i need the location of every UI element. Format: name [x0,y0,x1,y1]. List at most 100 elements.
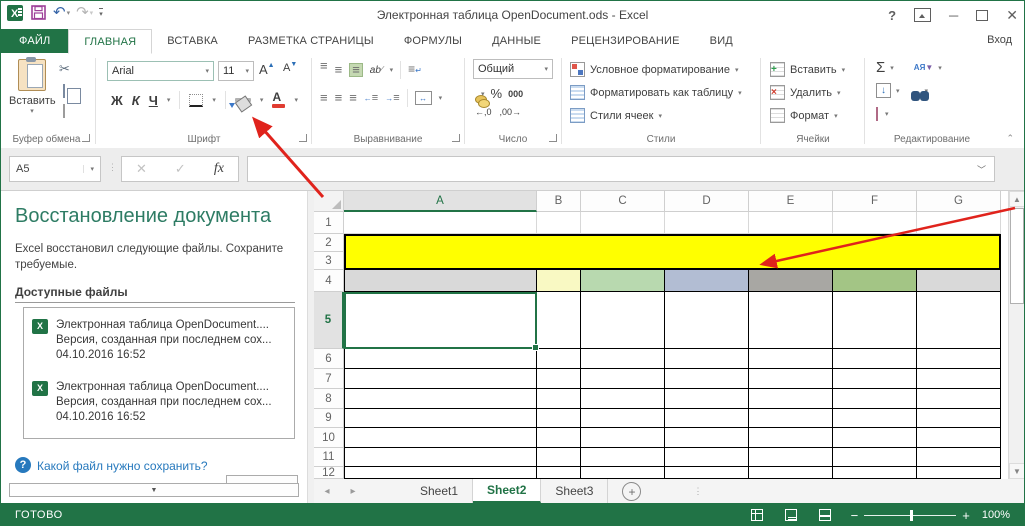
cell-E8[interactable] [749,389,833,409]
align-center-button[interactable]: ≡ [335,91,343,104]
cell-D10[interactable] [665,428,749,448]
orientation-button[interactable]: ab∕ [370,65,383,76]
cell-B6[interactable] [537,349,581,369]
cell-F12[interactable] [833,467,917,479]
bottom-align-button[interactable]: ≡ [349,63,363,77]
cell-E11[interactable] [749,448,833,467]
column-header-G[interactable]: G [917,191,1001,212]
cell-A9[interactable] [344,409,537,428]
cell-G4[interactable] [917,270,1001,292]
font-size-combo[interactable]: 11 ▾ [218,61,254,81]
merge-center-button[interactable]: ↔ [414,91,432,105]
clipboard-dialog-launcher-icon[interactable] [82,134,90,142]
cell-E1[interactable] [749,212,833,234]
cell-C7[interactable] [581,369,665,389]
italic-button[interactable]: К [132,93,140,108]
fill-down-button[interactable]: ↓ [876,83,891,98]
cell-C10[interactable] [581,428,665,448]
format-as-table-button[interactable]: Форматировать как таблицу ▾ [570,85,742,100]
row-header-7[interactable]: 7 [314,369,344,389]
tab-file[interactable]: ФАЙЛ [1,29,69,53]
clear-button[interactable] [876,107,878,121]
collapse-ribbon-icon[interactable]: ⌃ [1006,133,1014,144]
cell-C9[interactable] [581,409,665,428]
cell-D11[interactable] [665,448,749,467]
cell-F11[interactable] [833,448,917,467]
cell-E10[interactable] [749,428,833,448]
delete-cells-button[interactable]: × Удалить ▾ [770,85,841,100]
clear-dropdown-icon[interactable]: ▾ [885,110,889,118]
row-header-2[interactable]: 2 [314,234,344,252]
column-header-A[interactable]: A [344,191,537,212]
recovered-file-2[interactable]: X Электронная таблица OpenDocument.... Вер… [32,380,288,432]
bold-button[interactable]: Ж [111,93,123,108]
name-box-dropdown-icon[interactable]: ▾ [83,165,94,173]
cell-F10[interactable] [833,428,917,448]
comma-style-button[interactable]: 000 [508,89,523,99]
cell-G5[interactable] [917,292,1001,349]
zoom-in-icon[interactable]: + [962,508,970,523]
scroll-up-icon[interactable]: ▲ [1009,191,1024,207]
cell-F6[interactable] [833,349,917,369]
row-header-4[interactable]: 4 [314,270,344,292]
number-format-combo[interactable]: Общий ▾ [473,59,553,79]
orientation-dropdown-icon[interactable]: ▾ [390,66,394,74]
vertical-scrollbar-thumb[interactable] [1010,208,1024,304]
cell-C12[interactable] [581,467,665,479]
normal-view-icon[interactable] [750,509,763,521]
sort-filter-button[interactable]: АЯ▼ [914,63,933,72]
help-question-icon[interactable]: ? [15,457,31,473]
cell-A6[interactable] [344,349,537,369]
font-name-combo[interactable]: Arial ▾ [107,61,214,81]
row-header-6[interactable]: 6 [314,349,344,369]
cell-C1[interactable] [581,212,665,234]
cell-D5[interactable] [665,292,749,349]
vertical-scrollbar[interactable]: ▲ ▼ [1008,191,1024,479]
cell-E9[interactable] [749,409,833,428]
row-header-10[interactable]: 10 [314,428,344,448]
cell-E5[interactable] [749,292,833,349]
new-sheet-icon[interactable]: + [622,482,642,501]
column-header-D[interactable]: D [665,191,749,212]
name-box[interactable]: A5 ▾ [9,156,101,182]
copy-button[interactable] [63,84,66,98]
cell-D12[interactable] [665,467,749,479]
cell-E6[interactable] [749,349,833,369]
tab-formulas[interactable]: ФОРМУЛЫ [389,29,477,53]
cell-G8[interactable] [917,389,1001,409]
cell-E12[interactable] [749,467,833,479]
autosum-button[interactable]: Σ [876,59,885,76]
decrease-font-size-button[interactable]: A ▼ [283,61,297,75]
tab-review[interactable]: РЕЦЕНЗИРОВАНИЕ [556,29,695,53]
cell-D8[interactable] [665,389,749,409]
cell-B5[interactable] [537,292,581,349]
maximize-icon[interactable] [976,9,989,21]
cell-A11[interactable] [344,448,537,467]
row-header-12[interactable]: 12 [314,467,344,479]
format-cells-button[interactable]: Формат ▾ [770,108,838,123]
select-all-corner[interactable] [314,191,344,212]
pane-resize-bar[interactable] [307,191,314,503]
cell-F7[interactable] [833,369,917,389]
tab-splitter[interactable]: ⋮ [693,479,702,503]
cell-F9[interactable] [833,409,917,428]
sign-in-link[interactable]: Вход [987,34,1012,46]
middle-align-button[interactable]: ≡ [335,63,343,76]
recovered-file-1[interactable]: X Электронная таблица OpenDocument.... Вер… [32,318,288,370]
autosum-dropdown-icon[interactable]: ▾ [890,64,894,72]
zoom-slider-thumb[interactable] [910,509,914,521]
cell-G10[interactable] [917,428,1001,448]
cell-B9[interactable] [537,409,581,428]
cell-A12[interactable] [344,467,537,479]
underline-button[interactable]: Ч [149,93,158,108]
cell-C6[interactable] [581,349,665,369]
number-dialog-launcher-icon[interactable] [549,134,557,142]
zoom-slider[interactable] [864,509,957,521]
tab-data[interactable]: ДАННЫЕ [477,29,556,53]
tab-view[interactable]: ВИД [695,29,748,53]
cell-A8[interactable] [344,389,537,409]
cell-D1[interactable] [665,212,749,234]
cell-B12[interactable] [537,467,581,479]
cell-A10[interactable] [344,428,537,448]
increase-decimal-button[interactable]: ←,0 [475,107,492,117]
